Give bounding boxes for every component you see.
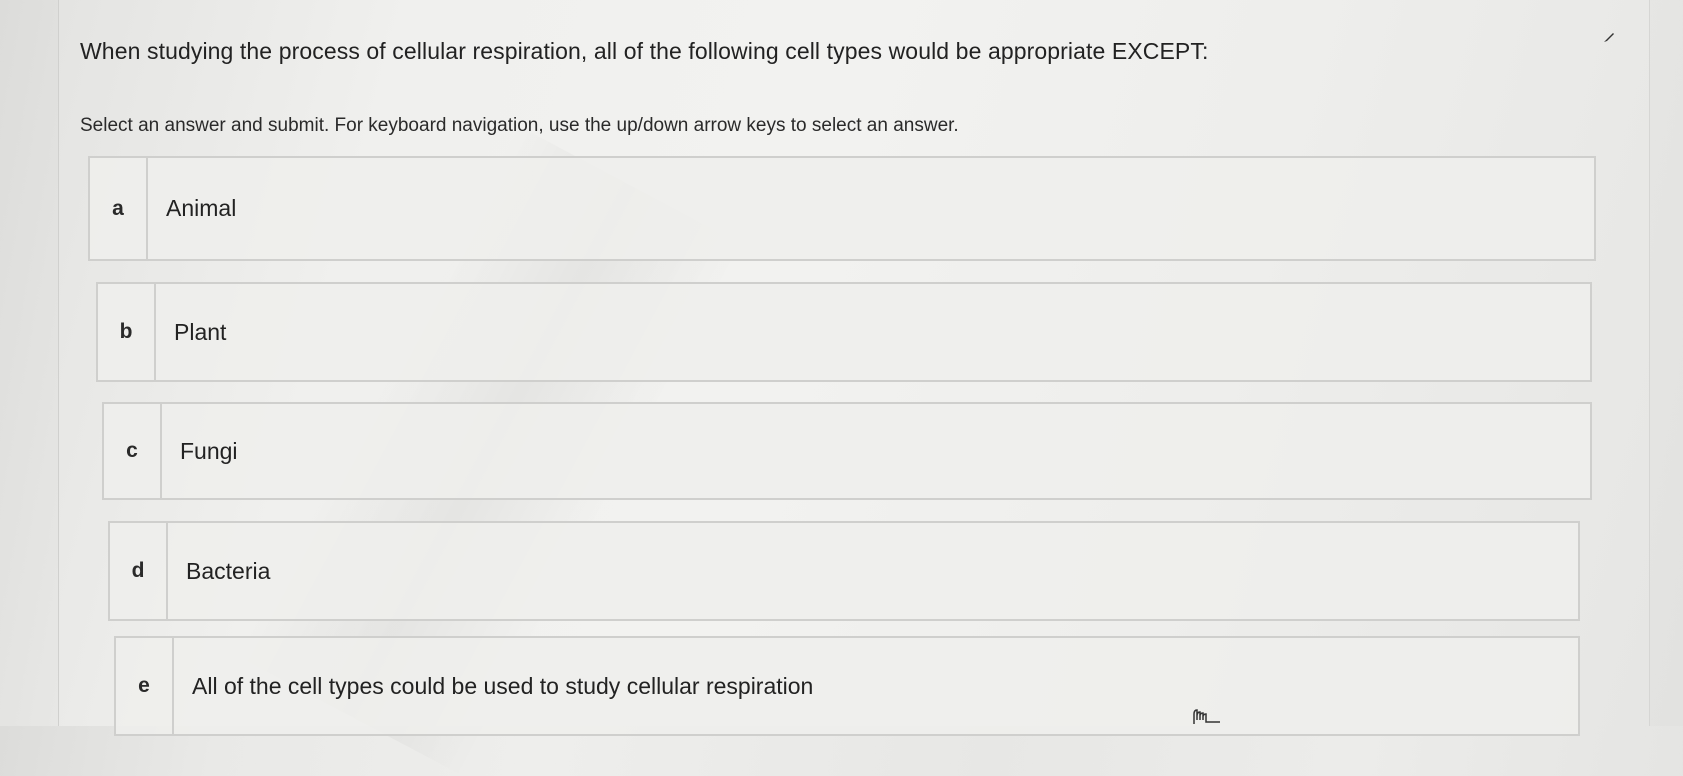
answer-option-e[interactable]: e All of the cell types could be used to… <box>114 636 1580 736</box>
option-label: All of the cell types could be used to s… <box>192 672 814 699</box>
option-letter: a <box>90 158 148 259</box>
option-label: Bacteria <box>186 557 271 584</box>
option-label: Animal <box>166 195 237 221</box>
option-letter: c <box>104 404 162 498</box>
option-letter: d <box>110 523 168 619</box>
answer-option-c[interactable]: c Fungi <box>102 402 1592 500</box>
option-label: Plant <box>174 318 227 345</box>
instructions-text: Select an answer and submit. For keyboar… <box>80 115 959 136</box>
answer-option-a[interactable]: a Animal <box>88 156 1596 261</box>
hand-cursor-icon <box>1193 709 1220 724</box>
question-text: When studying the process of cellular re… <box>80 38 1209 64</box>
answer-option-d[interactable]: d Bacteria <box>108 521 1580 621</box>
option-letter: b <box>98 284 156 380</box>
option-label: Fungi <box>180 437 238 464</box>
answer-option-b[interactable]: b Plant <box>96 282 1592 382</box>
option-letter: e <box>116 638 174 734</box>
pencil-icon[interactable] <box>1602 30 1616 44</box>
